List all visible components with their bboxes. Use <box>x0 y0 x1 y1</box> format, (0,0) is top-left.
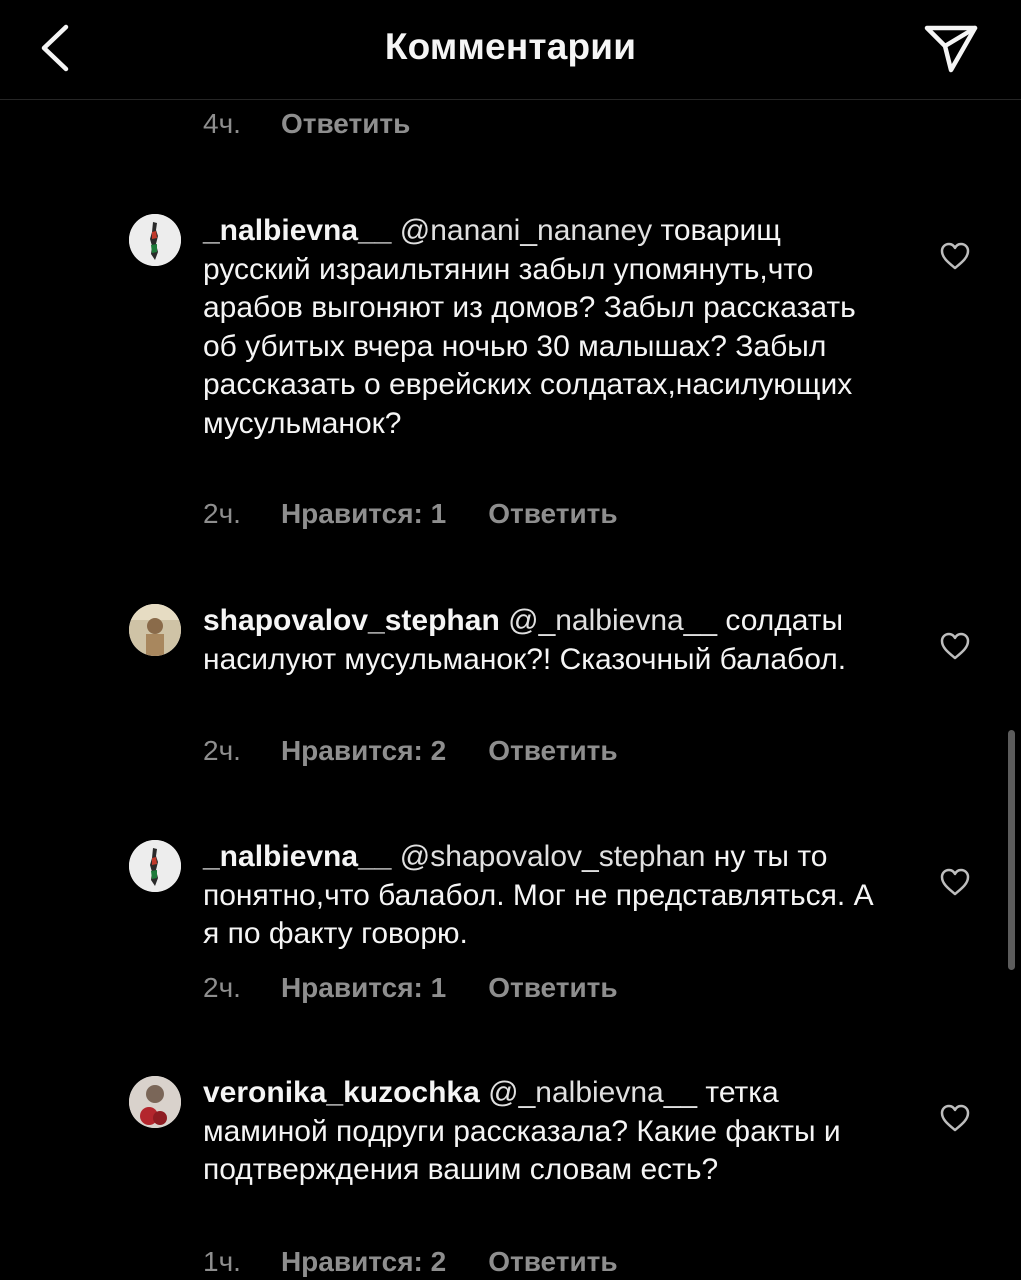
previous-comment-meta: 4ч. Ответить <box>203 108 410 140</box>
heart-outline-icon <box>940 632 970 660</box>
reply-button[interactable]: Ответить <box>281 108 410 140</box>
avatar[interactable] <box>129 1076 181 1128</box>
reply-button[interactable]: Ответить <box>488 498 617 530</box>
comment-body: товарищ русский израильтянин забыл упомя… <box>203 214 856 440</box>
comment-time: 1ч. <box>203 1246 241 1277</box>
comment-mention[interactable]: @nanani_nananey <box>400 214 652 247</box>
comment-username[interactable]: shapovalov_stephan <box>203 604 500 637</box>
like-button[interactable] <box>938 240 972 272</box>
comments-screen: Комментарии 4ч. Ответить _nalbievna__ @n… <box>0 0 1021 1280</box>
comment-text: shapovalov_stephan @_nalbievna__ солдаты… <box>203 602 883 679</box>
share-button[interactable] <box>919 16 983 80</box>
comment-meta: 2ч. Нравится: 1 Ответить <box>203 498 618 530</box>
comment-mention[interactable]: @_nalbievna__ <box>488 1076 697 1109</box>
comment-username[interactable]: _nalbievna__ <box>203 840 391 873</box>
reply-button[interactable]: Ответить <box>488 1246 617 1278</box>
comment-username[interactable]: _nalbievna__ <box>203 214 391 247</box>
heart-outline-icon <box>940 868 970 896</box>
likes-count[interactable]: Нравится: 2 <box>281 735 446 767</box>
comment-meta: 2ч. Нравится: 1 Ответить <box>203 972 618 1004</box>
like-button[interactable] <box>938 630 972 662</box>
comment-meta: 1ч. Нравится: 2 Ответить <box>203 1246 618 1278</box>
comment-text: _nalbievna__ @nanani_nananey товарищ рус… <box>203 212 883 443</box>
comment-meta: 2ч. Нравится: 2 Ответить <box>203 735 618 767</box>
like-button[interactable] <box>938 1102 972 1134</box>
comment-time: 2ч. <box>203 498 241 529</box>
reply-button[interactable]: Ответить <box>488 972 617 1004</box>
comment-mention[interactable]: @_nalbievna__ <box>508 604 717 637</box>
scrollbar-thumb[interactable] <box>1008 730 1015 970</box>
page-title: Комментарии <box>384 26 637 67</box>
avatar[interactable] <box>129 840 181 892</box>
likes-count[interactable]: Нравится: 1 <box>281 972 446 1004</box>
heart-outline-icon <box>940 1104 970 1132</box>
likes-count[interactable]: Нравится: 2 <box>281 1246 446 1278</box>
comment-mention[interactable]: @shapovalov_stephan <box>400 840 706 873</box>
comment-time: 2ч. <box>203 735 241 766</box>
likes-count[interactable]: Нравится: 1 <box>281 498 446 530</box>
like-button[interactable] <box>938 866 972 898</box>
comment-time: 4ч. <box>203 108 241 139</box>
avatar[interactable] <box>129 604 181 656</box>
avatar[interactable] <box>129 214 181 266</box>
header-bar: Комментарии <box>0 0 1021 100</box>
comment-username[interactable]: veronika_kuzochka <box>203 1076 480 1109</box>
heart-outline-icon <box>940 242 970 270</box>
comment-text: _nalbievna__ @shapovalov_stephan ну ты т… <box>203 838 883 954</box>
comment-text: veronika_kuzochka @_nalbievna__ тетка ма… <box>203 1074 883 1190</box>
comment-time: 2ч. <box>203 972 241 1003</box>
reply-button[interactable]: Ответить <box>488 735 617 767</box>
paper-plane-icon <box>924 25 978 73</box>
